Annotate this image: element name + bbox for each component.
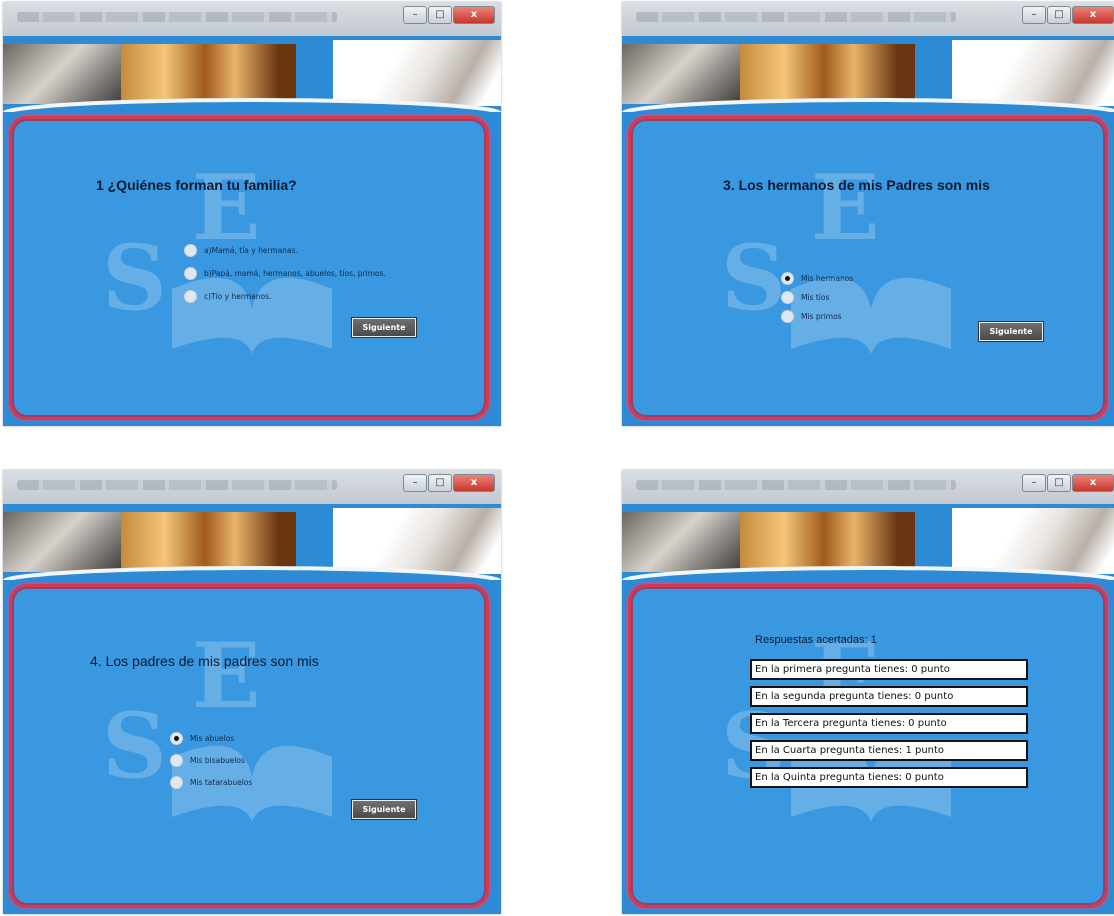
question-text: 3. Los hermanos de mis Padres son mis bbox=[723, 177, 990, 193]
maximize-button[interactable]: □ bbox=[1047, 474, 1071, 492]
option-a[interactable]: a)Mamá, tía y hermanas. bbox=[184, 239, 386, 262]
minimize-button[interactable]: – bbox=[403, 6, 427, 24]
window-title-blurred bbox=[17, 12, 337, 22]
close-button[interactable]: x bbox=[453, 474, 495, 492]
svg-text:S: S bbox=[721, 225, 786, 331]
maximize-button[interactable]: □ bbox=[428, 474, 452, 492]
title-bar[interactable]: – □ x bbox=[622, 2, 1114, 36]
quiz-panel: E S 3. Los hermanos de mis Padres son mi… bbox=[628, 116, 1108, 420]
options-group: a)Mamá, tía y hermanas. b)Papá, mamá, he… bbox=[184, 239, 386, 308]
results-window: – □ x E S Respuestas acertadas: 1 En la … bbox=[622, 470, 1114, 914]
window-title-blurred bbox=[636, 12, 956, 22]
svg-text:E: E bbox=[192, 627, 261, 729]
option-b[interactable]: b)Papá, mamá, hermanos, abuelos, tíos, p… bbox=[184, 262, 386, 285]
maximize-button[interactable]: □ bbox=[428, 6, 452, 24]
quiz-window-1: – □ x E S 1 ¿Quiénes forman tu familia? … bbox=[3, 2, 501, 426]
header-banner bbox=[622, 36, 1114, 112]
option-label: Mis abuelos bbox=[190, 733, 235, 743]
svg-text:E: E bbox=[811, 159, 880, 261]
quiz-window-3: – □ x E S 4. Los padres de mis padres so… bbox=[3, 470, 501, 914]
option-mis-tatarabuelos[interactable]: Mis tatarabuelos bbox=[170, 771, 252, 793]
quiz-window-2: – □ x E S 3. Los hermanos de mis Padres … bbox=[622, 2, 1114, 426]
results-list: En la primera pregunta tienes: 0 punto E… bbox=[750, 659, 1028, 794]
results-panel: E S Respuestas acertadas: 1 En la primer… bbox=[628, 584, 1108, 908]
option-label: c)Tío y hermanos. bbox=[204, 292, 272, 301]
option-label: b)Papá, mamá, hermanos, abuelos, tíos, p… bbox=[204, 269, 386, 278]
option-mis-bisabuelos[interactable]: Mis bisabuelos bbox=[170, 749, 252, 771]
banner-photo-family bbox=[121, 512, 296, 572]
result-question-2: En la segunda pregunta tienes: 0 punto bbox=[750, 686, 1028, 707]
banner-photo-child bbox=[333, 40, 501, 106]
header-banner bbox=[3, 36, 501, 112]
header-banner bbox=[3, 504, 501, 580]
minimize-button[interactable]: – bbox=[403, 474, 427, 492]
option-label: Mis primos bbox=[801, 312, 842, 321]
options-group: Mis hermanos Mis tíos Mis primos bbox=[781, 269, 853, 326]
window-title-blurred bbox=[17, 480, 337, 490]
minimize-button[interactable]: – bbox=[1022, 474, 1046, 492]
quiz-panel: E S 4. Los padres de mis padres son mis … bbox=[9, 584, 489, 908]
option-mis-abuelos[interactable]: Mis abuelos bbox=[170, 727, 252, 749]
radio-button-selected[interactable] bbox=[781, 272, 794, 285]
quiz-panel: E S 1 ¿Quiénes forman tu familia? a)Mamá… bbox=[9, 116, 489, 420]
correct-answers-count: Respuestas acertadas: 1 bbox=[755, 634, 877, 646]
radio-button[interactable] bbox=[184, 290, 197, 303]
radio-button[interactable] bbox=[170, 753, 183, 767]
next-button[interactable]: Siguiente bbox=[351, 799, 417, 820]
radio-button[interactable] bbox=[184, 267, 197, 280]
radio-button[interactable] bbox=[781, 291, 794, 304]
option-label: Mis tíos bbox=[801, 293, 830, 302]
banner-photo-family bbox=[740, 512, 915, 572]
result-question-4: En la Cuarta pregunta tienes: 1 punto bbox=[750, 740, 1028, 761]
option-mis-primos[interactable]: Mis primos bbox=[781, 307, 853, 326]
result-question-5: En la Quinta pregunta tienes: 0 punto bbox=[750, 767, 1028, 788]
option-label: Mis bisabuelos bbox=[190, 755, 245, 765]
radio-button[interactable] bbox=[184, 244, 197, 257]
option-label: Mis hermanos bbox=[801, 274, 854, 283]
banner-photo-keyboard bbox=[622, 44, 742, 104]
question-text: 1 ¿Quiénes forman tu familia? bbox=[96, 177, 297, 193]
radio-button-selected[interactable] bbox=[170, 731, 183, 745]
svg-text:S: S bbox=[102, 693, 167, 799]
option-label: Mis tatarabuelos bbox=[190, 777, 253, 787]
result-question-3: En la Tercera pregunta tienes: 0 punto bbox=[750, 713, 1028, 734]
close-button[interactable]: x bbox=[453, 6, 495, 24]
next-button[interactable]: Siguiente bbox=[978, 321, 1044, 342]
title-bar[interactable]: – □ x bbox=[3, 470, 501, 504]
close-button[interactable]: x bbox=[1072, 474, 1114, 492]
banner-photo-child bbox=[952, 40, 1114, 106]
option-label: a)Mamá, tía y hermanas. bbox=[204, 246, 298, 255]
next-button[interactable]: Siguiente bbox=[351, 317, 417, 338]
option-mis-tios[interactable]: Mis tíos bbox=[781, 288, 853, 307]
title-bar[interactable]: – □ x bbox=[3, 2, 501, 36]
banner-photo-family bbox=[121, 44, 296, 104]
radio-button[interactable] bbox=[781, 310, 794, 323]
banner-photo-keyboard bbox=[3, 44, 123, 104]
option-c[interactable]: c)Tío y hermanos. bbox=[184, 285, 386, 308]
banner-photo-family bbox=[740, 44, 915, 104]
radio-button[interactable] bbox=[170, 775, 183, 789]
banner-photo-keyboard bbox=[622, 512, 742, 572]
header-banner bbox=[622, 504, 1114, 580]
minimize-button[interactable]: – bbox=[1022, 6, 1046, 24]
question-text: 4. Los padres de mis padres son mis bbox=[90, 653, 319, 669]
result-question-1: En la primera pregunta tienes: 0 punto bbox=[750, 659, 1028, 680]
option-mis-hermanos[interactable]: Mis hermanos bbox=[781, 269, 853, 288]
title-bar[interactable]: – □ x bbox=[622, 470, 1114, 504]
svg-text:S: S bbox=[102, 225, 167, 331]
maximize-button[interactable]: □ bbox=[1047, 6, 1071, 24]
window-title-blurred bbox=[636, 480, 956, 490]
banner-photo-keyboard bbox=[3, 512, 123, 572]
close-button[interactable]: x bbox=[1072, 6, 1114, 24]
options-group: Mis abuelos Mis bisabuelos Mis tatarabue… bbox=[170, 727, 252, 793]
banner-photo-child bbox=[333, 508, 501, 574]
banner-photo-child bbox=[952, 508, 1114, 574]
